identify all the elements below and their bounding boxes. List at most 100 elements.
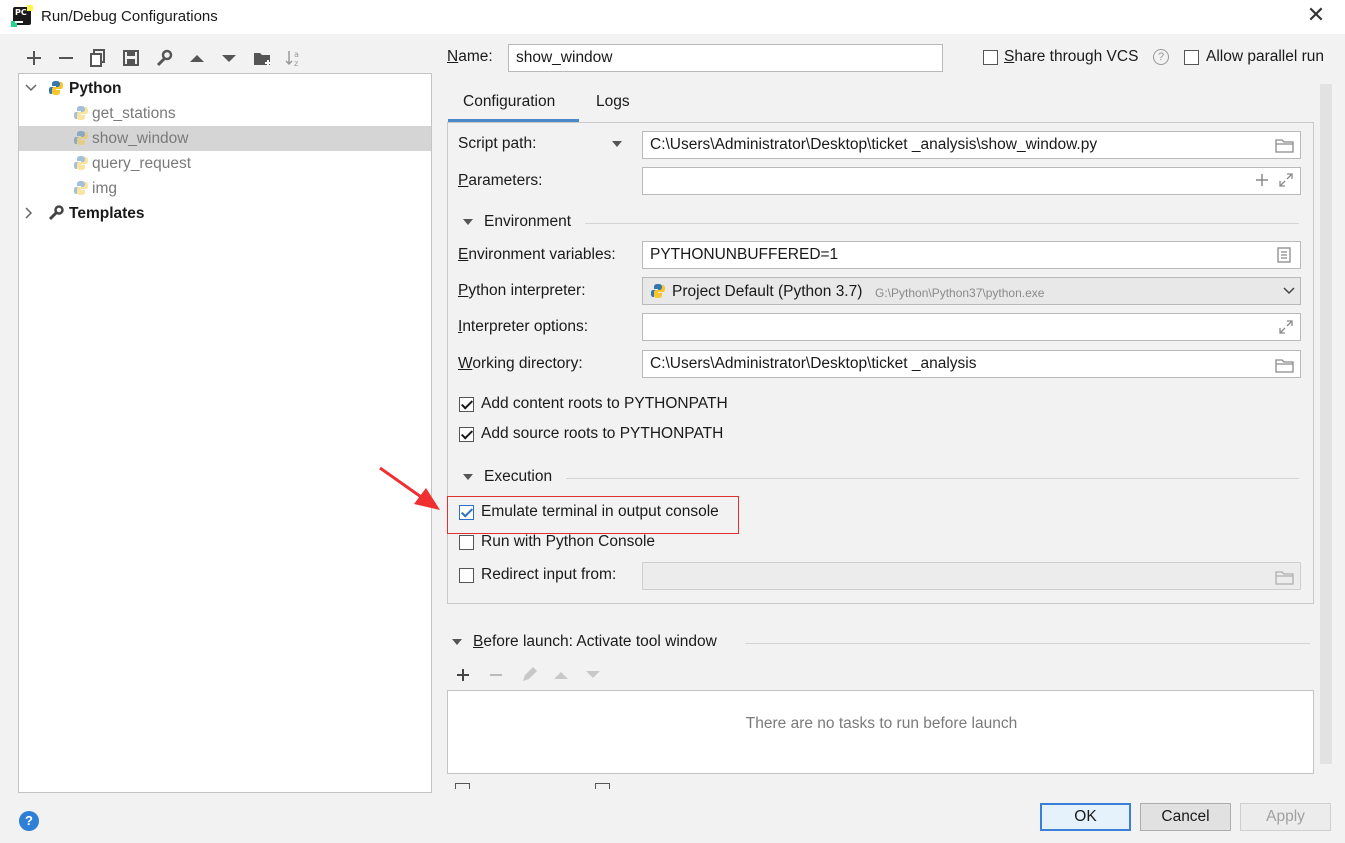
chevron-down-icon[interactable]: [1282, 285, 1296, 297]
remove-icon[interactable]: [488, 667, 504, 683]
folder-icon[interactable]: [1275, 569, 1295, 585]
tree-item-label: img: [92, 180, 117, 197]
share-vcs-checkbox[interactable]: [983, 50, 998, 65]
interp-options-label: Interpreter options:: [458, 318, 589, 335]
tree-item-get-stations[interactable]: get_stations: [19, 101, 431, 126]
wrench-icon: [48, 205, 64, 221]
copy-icon[interactable]: [88, 48, 108, 68]
tree-node-python[interactable]: Python: [19, 76, 431, 101]
python-file-icon: [74, 106, 88, 120]
pycharm-app-icon: PC: [11, 5, 33, 27]
allow-parallel-checkbox[interactable]: [1184, 50, 1199, 65]
source-roots-checkbox[interactable]: [459, 427, 474, 442]
save-icon[interactable]: [121, 48, 141, 68]
interpreter-label: Python interpreter:: [458, 282, 586, 299]
move-down-icon[interactable]: [585, 668, 601, 682]
chevron-down-icon[interactable]: [25, 82, 37, 94]
collapse-environment-icon[interactable]: [463, 219, 473, 225]
environment-section-title: Environment: [484, 213, 572, 230]
interpreter-path: G:\Python\Python37\python.exe: [875, 286, 1045, 300]
move-down-icon[interactable]: [219, 48, 239, 68]
parameters-label: Parameters:: [458, 172, 543, 189]
tree-item-label: query_request: [92, 155, 192, 172]
annotation-arrow: [379, 466, 440, 510]
env-vars-input[interactable]: PYTHONUNBUFFERED=1: [642, 241, 1301, 269]
hidden-checkbox: [595, 783, 610, 789]
name-label: Name:: [447, 48, 493, 65]
help-button[interactable]: ?: [19, 811, 39, 831]
allow-parallel-label: Allow parallel run: [1206, 48, 1325, 65]
before-launch-list[interactable]: There are no tasks to run before launch: [447, 690, 1314, 774]
tab-configuration[interactable]: Configuration: [463, 93, 555, 111]
emulate-terminal-label: Emulate terminal in output console: [481, 503, 719, 520]
section-divider: [745, 643, 1310, 644]
chevron-right-icon[interactable]: [23, 207, 35, 219]
window-title: Run/Debug Configurations: [41, 8, 218, 25]
redirect-input-checkbox[interactable]: [459, 568, 474, 583]
interp-options-input[interactable]: [642, 313, 1301, 341]
tree-item-show-window[interactable]: show_window: [19, 126, 431, 151]
move-up-icon[interactable]: [187, 48, 207, 68]
python-icon: [651, 284, 665, 298]
content-roots-checkbox[interactable]: [459, 397, 474, 412]
env-vars-label: Environment variables:: [458, 246, 616, 263]
python-file-icon: [74, 181, 88, 195]
redirect-input-label: Redirect input from:: [481, 566, 617, 583]
source-roots-label: Add source roots to PYTHONPATH: [481, 425, 724, 442]
cancel-button[interactable]: Cancel: [1140, 803, 1231, 831]
content-roots-label: Add content roots to PYTHONPATH: [481, 395, 728, 412]
close-icon[interactable]: ✕: [1305, 4, 1327, 27]
section-divider: [566, 478, 1299, 479]
share-vcs-label: Share through VCS: [1004, 48, 1139, 65]
emulate-terminal-checkbox[interactable]: [459, 505, 474, 520]
svg-text:a: a: [294, 50, 299, 59]
python-file-icon: [74, 156, 88, 170]
script-path-label: Script path:: [458, 135, 537, 152]
wrench-icon[interactable]: [154, 48, 174, 68]
edit-icon[interactable]: [520, 666, 538, 684]
add-icon[interactable]: [24, 48, 44, 68]
python-icon: [49, 81, 63, 95]
tree-node-templates[interactable]: Templates: [19, 201, 431, 226]
remove-icon[interactable]: [56, 48, 76, 68]
folder-add-icon[interactable]: [252, 48, 272, 68]
sort-icon[interactable]: az: [284, 48, 304, 68]
expand-icon[interactable]: [1279, 173, 1293, 187]
ok-button[interactable]: OK: [1040, 803, 1131, 831]
section-divider: [585, 223, 1299, 224]
tree-label-python: Python: [69, 80, 122, 97]
move-up-icon[interactable]: [553, 668, 569, 682]
tree-item-img[interactable]: img: [19, 176, 431, 201]
name-input[interactable]: show_window: [508, 44, 943, 72]
add-icon[interactable]: [455, 667, 471, 683]
config-tree[interactable]: Python get_stations show_window query_re…: [18, 73, 432, 793]
python-console-checkbox[interactable]: [459, 535, 474, 550]
collapse-before-launch-icon[interactable]: [452, 639, 462, 645]
folder-icon[interactable]: [1275, 137, 1295, 153]
script-path-input[interactable]: C:\Users\Administrator\Desktop\ticket _a…: [642, 131, 1301, 159]
help-icon[interactable]: ?: [1153, 49, 1169, 65]
interpreter-value: Project Default (Python 3.7): [672, 283, 863, 300]
empty-tasks-text: There are no tasks to run before launch: [745, 715, 1018, 732]
parameters-input[interactable]: [642, 167, 1301, 195]
add-icon[interactable]: [1255, 173, 1269, 187]
scrollbar[interactable]: [1320, 84, 1332, 764]
tree-item-label: get_stations: [92, 105, 176, 122]
execution-section-title: Execution: [484, 468, 553, 485]
tab-logs[interactable]: Logs: [596, 93, 630, 111]
tree-item-query-request[interactable]: query_request: [19, 151, 431, 176]
apply-button[interactable]: Apply: [1240, 803, 1331, 831]
tree-label-templates: Templates: [69, 205, 145, 222]
hidden-checkbox: [455, 783, 470, 789]
working-dir-input[interactable]: C:\Users\Administrator\Desktop\ticket _a…: [642, 350, 1301, 378]
list-edit-icon[interactable]: [1277, 247, 1291, 263]
script-path-dropdown-icon[interactable]: [612, 141, 622, 147]
python-console-label: Run with Python Console: [481, 533, 656, 550]
before-launch-title: Before launch: Activate tool window: [473, 633, 717, 650]
redirect-input-field[interactable]: [642, 562, 1301, 590]
folder-icon[interactable]: [1275, 357, 1295, 373]
expand-icon[interactable]: [1279, 320, 1293, 334]
python-file-icon: [74, 131, 88, 145]
collapse-execution-icon[interactable]: [463, 474, 473, 480]
svg-text:z: z: [294, 59, 298, 68]
